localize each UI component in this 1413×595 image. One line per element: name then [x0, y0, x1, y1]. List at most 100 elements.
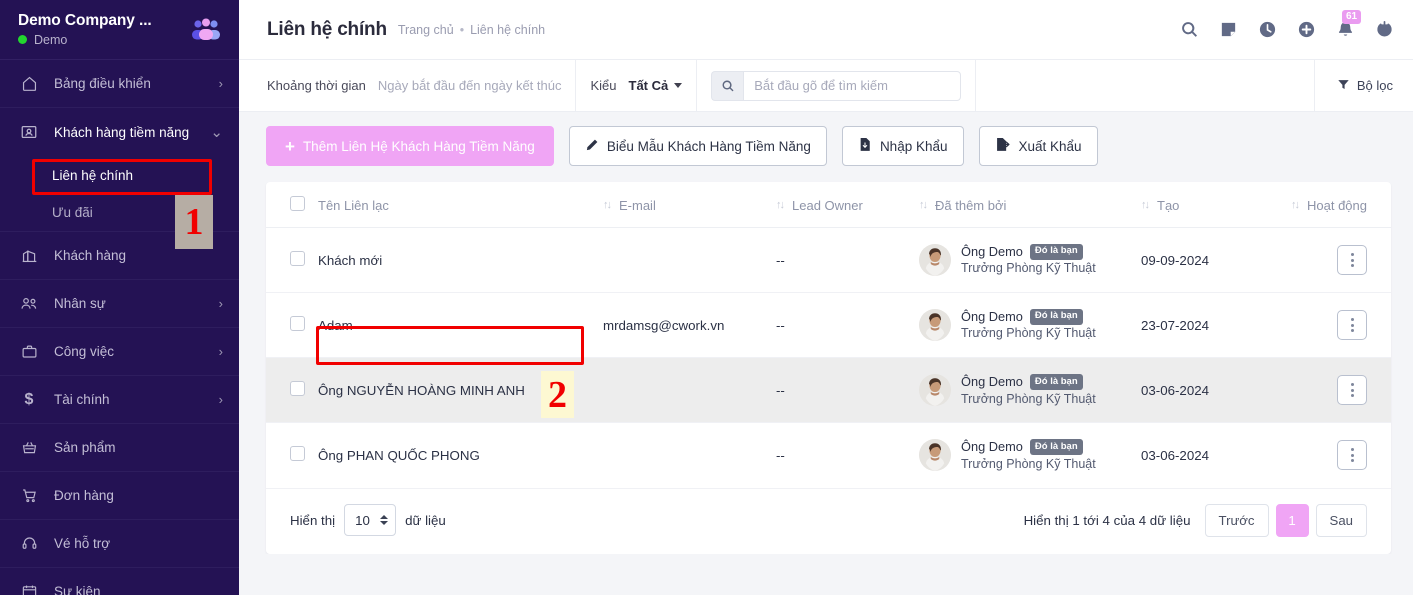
bell-icon[interactable]: 61	[1334, 9, 1362, 41]
row-menu-icon[interactable]	[1337, 440, 1367, 471]
person-role: Trưởng Phòng Kỹ Thuật	[961, 261, 1096, 276]
breadcrumb-home[interactable]: Trang chủ	[398, 23, 454, 37]
table-row[interactable]: Adam mrdamsg@cwork.vn -- Ông Demo Đó là …	[266, 292, 1391, 359]
header-lead-owner[interactable]: ↑↓ Lead Owner	[776, 182, 919, 228]
header-actions[interactable]: ↑↓ Hoạt động	[1271, 182, 1391, 228]
plus-circle-icon[interactable]	[1295, 19, 1317, 41]
sidebar-item-orders[interactable]: Đơn hàng	[0, 472, 239, 520]
add-lead-contact-button[interactable]: + Thêm Liên Hệ Khách Hàng Tiềm Năng	[266, 126, 554, 166]
row-checkbox[interactable]	[290, 381, 305, 397]
pagination-page-1-button[interactable]: 1	[1275, 503, 1309, 537]
pagination-prev-button[interactable]: Trước	[1204, 503, 1269, 537]
header-contact-name[interactable]: Tên Liên lạc	[318, 182, 603, 228]
sidebar-sublabel-uu-dai: Ưu đãi	[52, 205, 93, 220]
row-checkbox[interactable]	[290, 316, 305, 332]
avatar	[919, 309, 951, 342]
sidebar-label-work: Công việc	[54, 344, 115, 359]
header-added-by-label: Đã thêm bởi	[935, 197, 1007, 213]
table-row[interactable]: Ông PHAN QUỐC PHONG -- Ông Demo Đó là bạ…	[266, 422, 1391, 489]
sidebar-item-products[interactable]: Sản phẩm	[0, 424, 239, 472]
cell-email	[603, 357, 776, 424]
home-icon	[18, 74, 40, 94]
sidebar-item-dashboard[interactable]: Bảng điều khiển ›	[0, 60, 239, 108]
headset-icon	[18, 534, 40, 554]
header-created-label: Tạo	[1157, 197, 1180, 213]
date-range-filter[interactable]: Khoảng thời gian Ngày bắt đầu đến ngày k…	[239, 60, 577, 111]
export-button[interactable]: Xuất Khẩu	[978, 126, 1098, 166]
sidebar-item-customers[interactable]: Khách hàng	[0, 232, 239, 280]
row-menu-icon[interactable]	[1337, 375, 1367, 406]
row-menu-icon[interactable]	[1337, 245, 1367, 276]
status-badge: Đó là bạn	[1029, 243, 1083, 260]
type-label: Kiểu	[590, 78, 617, 93]
dollar-icon: $	[24, 390, 34, 408]
sidebar-label-dashboard: Bảng điều khiển	[54, 76, 151, 91]
add-lead-contact-label: Thêm Liên Hệ Khách Hàng Tiềm Năng	[302, 138, 535, 154]
table-row[interactable]: Ông NGUYỄN HOÀNG MINH ANH -- Ông Demo Đó…	[266, 357, 1391, 424]
cell-lead-owner: --	[776, 357, 919, 424]
search-icon	[711, 70, 744, 101]
sidebar-item-events[interactable]: Sự kiện	[0, 568, 239, 595]
sort-icon: ↑↓	[1291, 199, 1300, 211]
sidebar-item-finance[interactable]: $ Tài chính ›	[0, 376, 239, 424]
header-email-label: E-mail	[619, 197, 656, 213]
topbar-icon-group: 61	[1178, 9, 1395, 41]
cell-created: 09-09-2024	[1141, 227, 1271, 294]
table-body: Khách mới -- Ông Demo Đó là bạn Trưởng P…	[266, 227, 1391, 489]
brand-header[interactable]: Demo Company ... Demo	[0, 0, 239, 60]
stepper-icon	[380, 515, 389, 526]
pencil-icon	[585, 138, 599, 155]
plus-icon: +	[285, 136, 295, 156]
header-email[interactable]: ↑↓ E-mail	[603, 182, 776, 228]
avatar	[919, 244, 951, 277]
chevron-down-icon: ⌄	[210, 123, 223, 141]
row-checkbox[interactable]	[290, 251, 305, 267]
row-checkbox[interactable]	[290, 446, 305, 462]
filter-button[interactable]: Bộ lọc	[1315, 60, 1413, 111]
row-checkbox-cell	[266, 422, 318, 489]
select-all-checkbox[interactable]	[290, 196, 305, 211]
breadcrumb: Trang chủ • Liên hệ chính	[398, 23, 545, 37]
sort-icon: ↑↓	[603, 199, 612, 211]
sidebar-item-work[interactable]: Công việc ›	[0, 328, 239, 376]
header-added-by[interactable]: ↑↓ Đã thêm bởi	[919, 182, 1141, 228]
cell-actions	[1271, 292, 1391, 359]
person: Ông Demo Đó là bạn Trưởng Phòng Kỹ Thuật	[919, 308, 1141, 342]
power-icon[interactable]	[1373, 19, 1395, 41]
topbar: Liên hệ chính Trang chủ • Liên hệ chính	[239, 0, 1413, 60]
chevron-right-icon: ›	[218, 392, 223, 407]
sidebar-item-hr[interactable]: Nhân sự ›	[0, 280, 239, 328]
note-icon[interactable]	[1217, 19, 1239, 41]
person-top: Ông Demo Đó là bạn	[961, 243, 1096, 260]
table-row[interactable]: Khách mới -- Ông Demo Đó là bạn Trưởng P…	[266, 227, 1391, 294]
type-filter[interactable]: Kiểu Tất Cả	[576, 60, 698, 111]
search-icon[interactable]	[1178, 19, 1200, 41]
sidebar-label-hr: Nhân sự	[54, 296, 106, 311]
sidebar-item-lien-he-chinh[interactable]: Liên hệ chính	[0, 156, 239, 194]
filter-bar: Khoảng thời gian Ngày bắt đầu đến ngày k…	[239, 60, 1413, 112]
person-role: Trưởng Phòng Kỹ Thuật	[961, 326, 1096, 341]
page-size-select[interactable]: 10	[344, 504, 397, 537]
clock-icon[interactable]	[1256, 19, 1278, 41]
pagination-next-button[interactable]: Sau	[1315, 503, 1367, 537]
cell-added-by: Ông Demo Đó là bạn Trưởng Phòng Kỹ Thuật	[919, 227, 1141, 294]
cell-contact-name[interactable]: Ông PHAN QUỐC PHONG	[318, 422, 603, 489]
header-created[interactable]: ↑↓ Tạo	[1141, 182, 1271, 228]
avatar	[919, 374, 951, 407]
search-input[interactable]	[743, 70, 962, 101]
table-footer: Hiển thị 10 dữ liệu Hiển thị 1 tới 4 của…	[266, 489, 1391, 554]
cell-lead-owner: --	[776, 422, 919, 489]
sidebar-item-leads[interactable]: Khách hàng tiềm năng ⌄	[0, 108, 239, 156]
sidebar-item-uu-dai[interactable]: Ưu đãi	[0, 194, 239, 232]
type-value: Tất Cả	[628, 78, 669, 93]
lead-form-button[interactable]: Biểu Mẫu Khách Hàng Tiềm Năng	[568, 126, 827, 166]
filter-label: Bộ lọc	[1356, 78, 1393, 93]
chevron-right-icon: ›	[218, 296, 223, 311]
import-button[interactable]: Nhập Khẩu	[841, 126, 964, 166]
sidebar-item-tickets[interactable]: Vé hỗ trợ	[0, 520, 239, 568]
row-menu-icon[interactable]	[1337, 310, 1367, 341]
cell-contact-name[interactable]: Ông NGUYỄN HOÀNG MINH ANH	[318, 357, 603, 424]
cell-contact-name[interactable]: Adam	[318, 292, 603, 359]
building-icon	[18, 246, 40, 266]
cell-contact-name[interactable]: Khách mới	[318, 227, 603, 294]
